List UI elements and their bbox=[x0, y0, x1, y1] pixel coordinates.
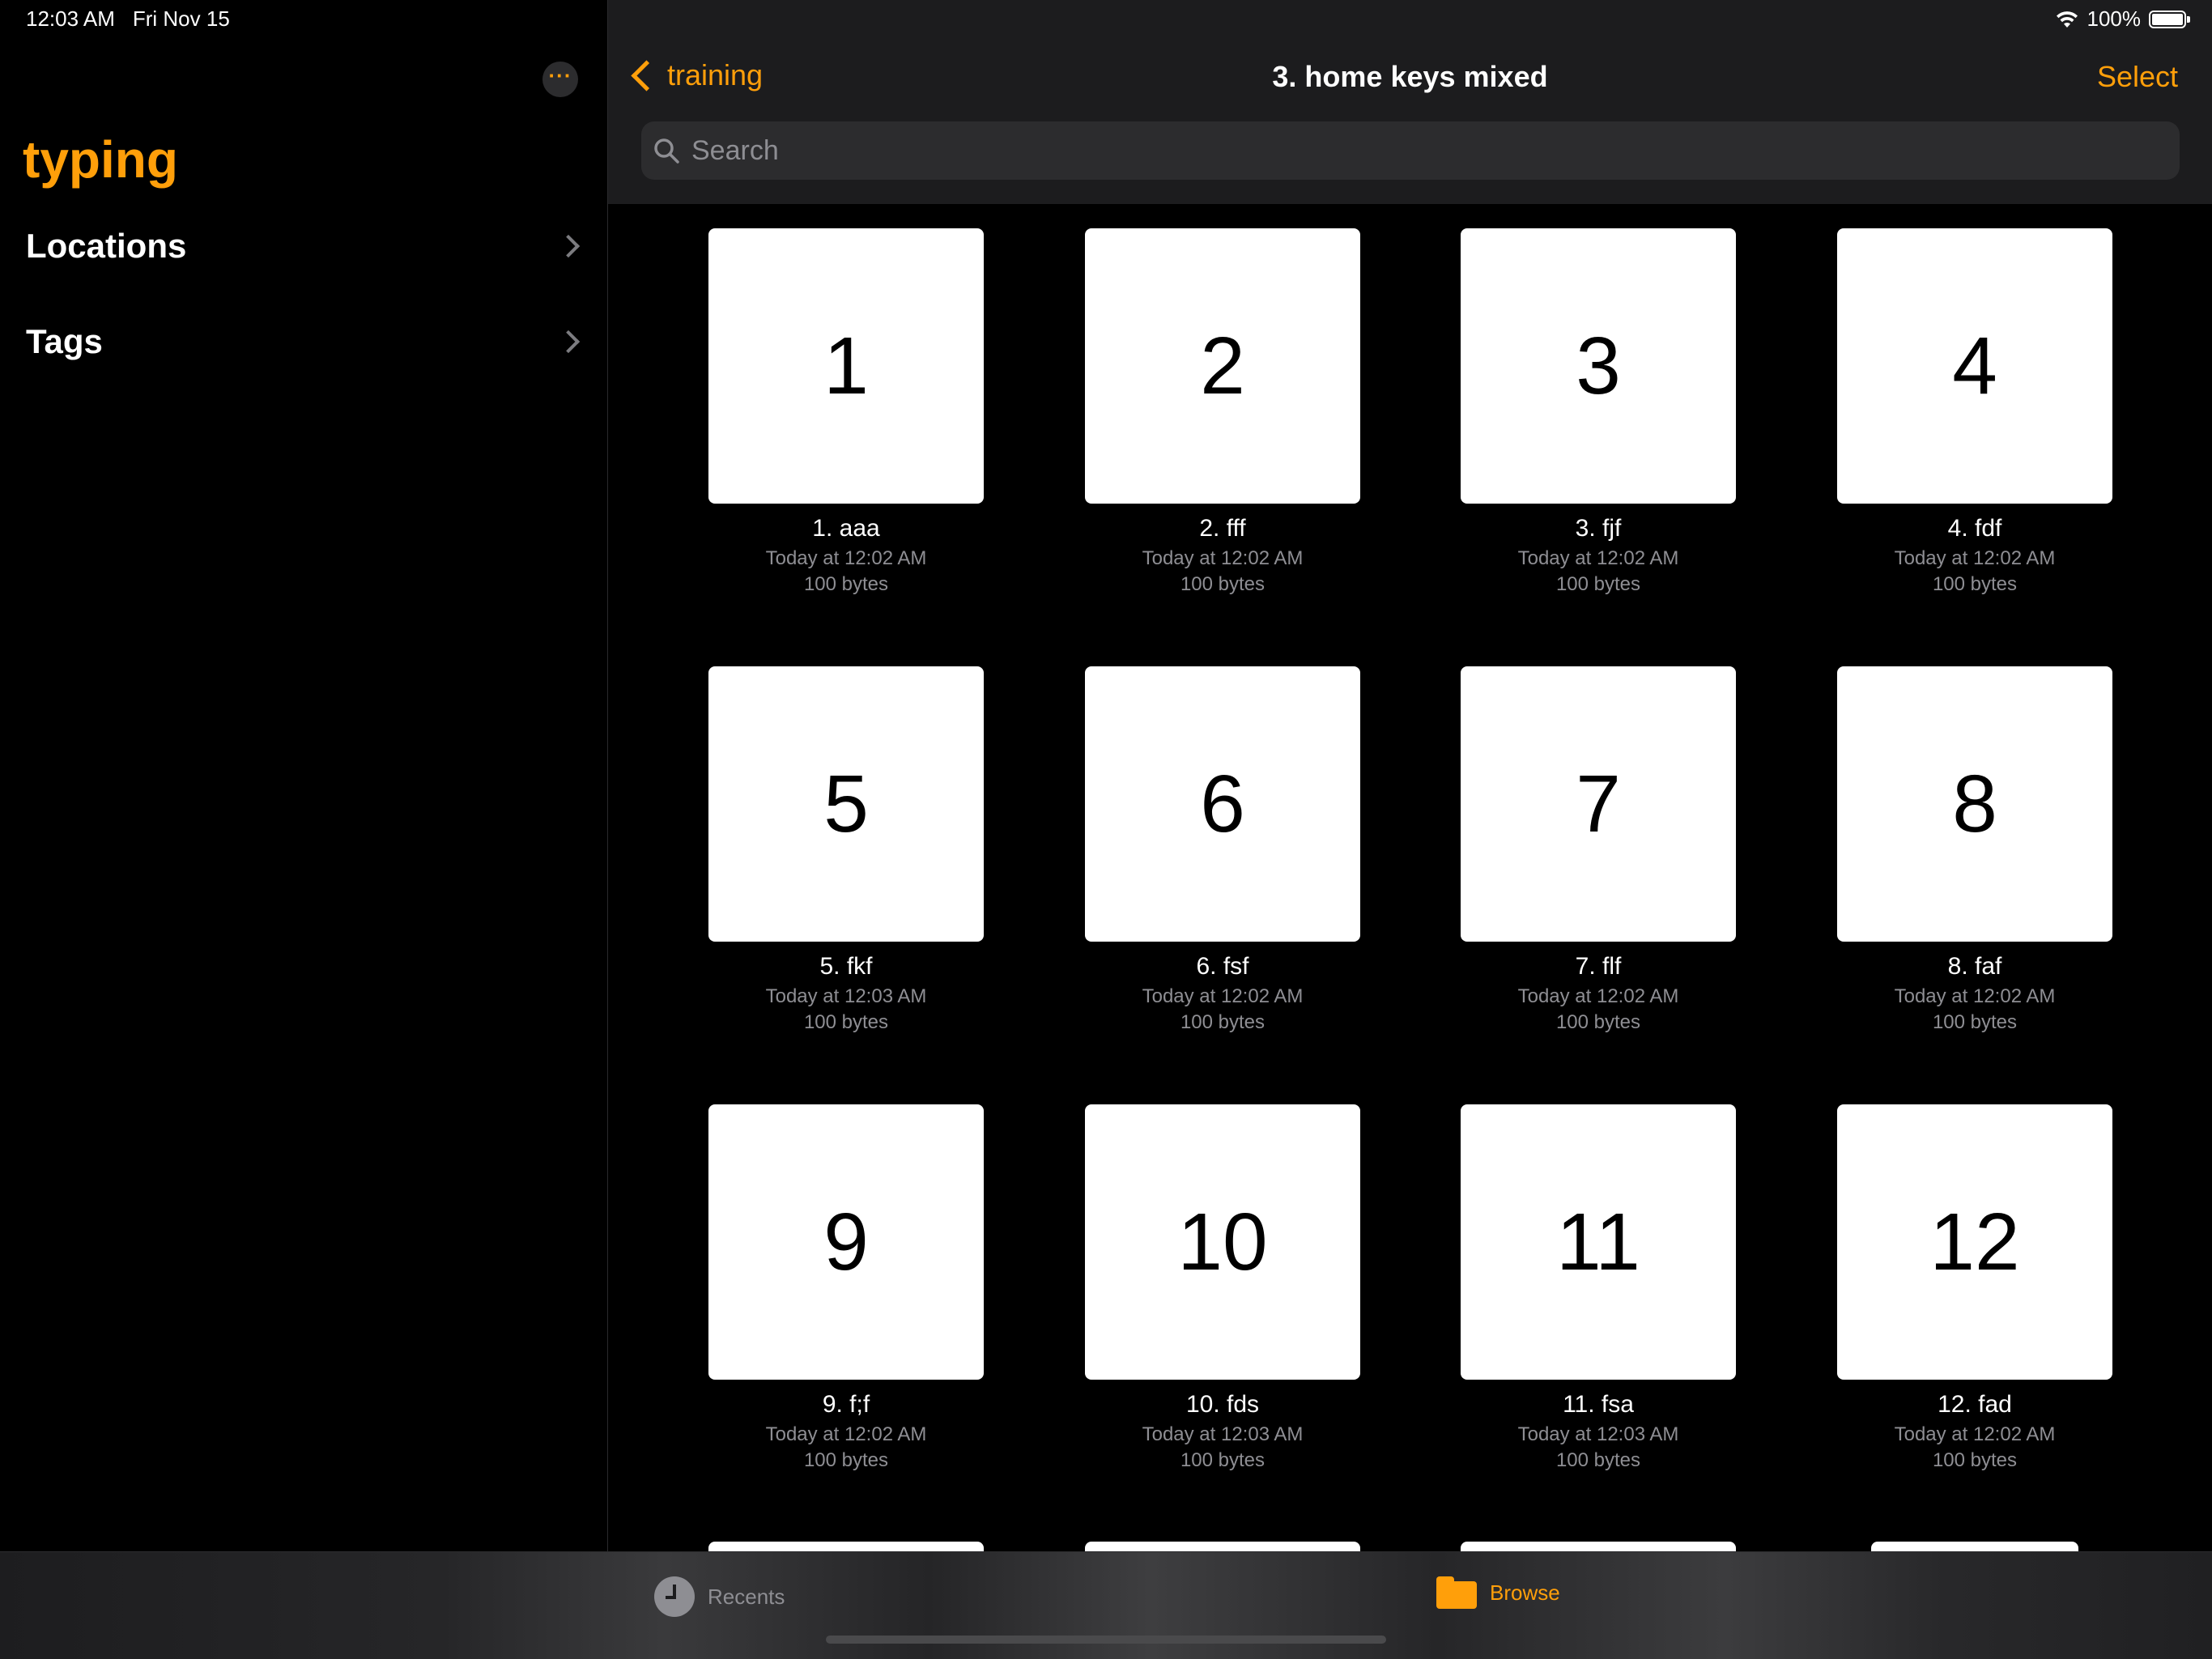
file-date: Today at 12:02 AM bbox=[765, 547, 927, 569]
file-thumbnail[interactable]: 4 bbox=[1837, 228, 2112, 504]
file-thumbnail[interactable]: 11 bbox=[1461, 1104, 1736, 1380]
file-size: 100 bytes bbox=[803, 573, 889, 595]
file-item[interactable]: 1 1. aaa Today at 12:02 AM 100 bytes bbox=[708, 228, 984, 596]
search-input[interactable] bbox=[690, 134, 2180, 168]
file-date: Today at 12:02 AM bbox=[765, 1423, 927, 1445]
status-date: Fri Nov 15 bbox=[132, 6, 230, 31]
file-item[interactable]: 6 6. fsf Today at 12:02 AM 100 bytes bbox=[1085, 666, 1360, 1034]
file-thumbnail[interactable]: 12 bbox=[1837, 1104, 2112, 1380]
battery-icon bbox=[2149, 10, 2190, 28]
file-size: 100 bytes bbox=[1180, 1011, 1266, 1033]
select-button[interactable]: Select bbox=[2097, 60, 2178, 94]
tab-label: Recents bbox=[708, 1584, 785, 1609]
file-name: 8. faf bbox=[1947, 953, 2002, 980]
file-thumbnail[interactable]: 7 bbox=[1461, 666, 1736, 942]
search-bar[interactable] bbox=[641, 121, 2180, 180]
sidebar: ··· typing Locations Tags bbox=[0, 0, 608, 1551]
file-date: Today at 12:02 AM bbox=[1894, 547, 2056, 569]
file-date: Today at 12:03 AM bbox=[1517, 1423, 1679, 1445]
file-item[interactable]: 4 4. fdf Today at 12:02 AM 100 bytes bbox=[1837, 228, 2112, 596]
file-name: 12. fad bbox=[1938, 1391, 2012, 1418]
chevron-right-icon bbox=[556, 234, 581, 258]
file-item[interactable]: 10 10. fds Today at 12:03 AM 100 bytes bbox=[1085, 1104, 1360, 1472]
file-date: Today at 12:03 AM bbox=[765, 985, 927, 1007]
file-thumbnail-partial[interactable] bbox=[1085, 1542, 1360, 1551]
file-item[interactable]: 3 3. fjf Today at 12:02 AM 100 bytes bbox=[1461, 228, 1736, 596]
tab-browse[interactable]: Browse bbox=[1436, 1576, 1560, 1609]
file-thumbnail[interactable]: 2 bbox=[1085, 228, 1360, 504]
clock-icon bbox=[654, 1576, 695, 1617]
page-title: 3. home keys mixed bbox=[1272, 60, 1548, 93]
sidebar-item-tags[interactable]: Tags bbox=[26, 309, 585, 374]
file-grid: 1 1. aaa Today at 12:02 AM 100 bytes 2 2… bbox=[608, 204, 2212, 1551]
file-name: 9. f;f bbox=[822, 1391, 870, 1418]
file-name: 7. flf bbox=[1575, 953, 1622, 980]
folder-icon bbox=[1436, 1576, 1477, 1609]
file-size: 100 bytes bbox=[803, 1449, 889, 1471]
wifi-icon bbox=[2056, 11, 2078, 28]
status-left: 12:03 AM Fri Nov 15 bbox=[26, 6, 230, 32]
file-name: 4. fdf bbox=[1947, 515, 2002, 542]
battery-percent: 100% bbox=[2087, 6, 2142, 31]
file-item[interactable]: 2 2. fff Today at 12:02 AM 100 bytes bbox=[1085, 228, 1360, 596]
ellipsis-icon: ··· bbox=[548, 63, 572, 87]
file-item[interactable]: 8 8. faf Today at 12:02 AM 100 bytes bbox=[1837, 666, 2112, 1034]
file-thumbnail[interactable]: 1 bbox=[708, 228, 984, 504]
file-name: 10. fds bbox=[1185, 1391, 1260, 1418]
file-size: 100 bytes bbox=[803, 1011, 889, 1033]
more-options-button[interactable]: ··· bbox=[542, 62, 578, 97]
file-name: 3. fjf bbox=[1575, 515, 1622, 542]
sidebar-item-label: Locations bbox=[26, 227, 187, 265]
file-thumbnail[interactable]: 3 bbox=[1461, 228, 1736, 504]
file-date: Today at 12:02 AM bbox=[1517, 985, 1679, 1007]
file-name: 6. fsf bbox=[1196, 953, 1249, 980]
home-indicator bbox=[826, 1636, 1386, 1644]
file-name: 1. aaa bbox=[812, 515, 880, 542]
file-item[interactable]: 7 7. flf Today at 12:02 AM 100 bytes bbox=[1461, 666, 1736, 1034]
status-right: 100% bbox=[2055, 6, 2190, 32]
status-bar: 12:03 AM Fri Nov 15 100% bbox=[0, 0, 2212, 39]
file-date: Today at 12:02 AM bbox=[1894, 985, 2056, 1007]
file-name: 5. fkf bbox=[819, 953, 873, 980]
file-size: 100 bytes bbox=[1180, 1449, 1266, 1471]
sidebar-item-locations[interactable]: Locations bbox=[26, 214, 585, 279]
tab-label: Browse bbox=[1490, 1580, 1560, 1605]
sidebar-title: typing bbox=[23, 130, 178, 189]
file-thumbnail[interactable]: 6 bbox=[1085, 666, 1360, 942]
file-date: Today at 12:02 AM bbox=[1894, 1423, 2056, 1445]
file-item[interactable]: 9 9. f;f Today at 12:02 AM 100 bytes bbox=[708, 1104, 984, 1472]
file-size: 100 bytes bbox=[1555, 1449, 1641, 1471]
file-thumbnail-partial[interactable] bbox=[1461, 1542, 1736, 1551]
file-thumbnail-partial[interactable] bbox=[708, 1542, 984, 1551]
status-time: 12:03 AM bbox=[26, 6, 115, 31]
file-thumbnail[interactable]: 5 bbox=[708, 666, 984, 942]
chevron-right-icon bbox=[556, 330, 581, 354]
tab-recents[interactable]: Recents bbox=[654, 1576, 785, 1617]
file-thumbnail-partial[interactable] bbox=[1871, 1542, 2078, 1551]
file-item[interactable]: 12 12. fad Today at 12:02 AM 100 bytes bbox=[1837, 1104, 2112, 1472]
file-size: 100 bytes bbox=[1932, 573, 2018, 595]
file-size: 100 bytes bbox=[1932, 1449, 2018, 1471]
search-icon bbox=[654, 138, 679, 164]
file-size: 100 bytes bbox=[1180, 573, 1266, 595]
file-size: 100 bytes bbox=[1555, 573, 1641, 595]
file-date: Today at 12:03 AM bbox=[1142, 1423, 1304, 1445]
file-size: 100 bytes bbox=[1932, 1011, 2018, 1033]
file-date: Today at 12:02 AM bbox=[1142, 985, 1304, 1007]
file-item[interactable]: 5 5. fkf Today at 12:03 AM 100 bytes bbox=[708, 666, 984, 1034]
file-date: Today at 12:02 AM bbox=[1142, 547, 1304, 569]
file-date: Today at 12:02 AM bbox=[1517, 547, 1679, 569]
file-item[interactable]: 11 11. fsa Today at 12:03 AM 100 bytes bbox=[1461, 1104, 1736, 1472]
file-size: 100 bytes bbox=[1555, 1011, 1641, 1033]
file-name: 11. fsa bbox=[1563, 1391, 1634, 1418]
file-thumbnail[interactable]: 9 bbox=[708, 1104, 984, 1380]
file-name: 2. fff bbox=[1199, 515, 1246, 542]
file-thumbnail[interactable]: 10 bbox=[1085, 1104, 1360, 1380]
file-thumbnail[interactable]: 8 bbox=[1837, 666, 2112, 942]
sidebar-item-label: Tags bbox=[26, 322, 103, 360]
